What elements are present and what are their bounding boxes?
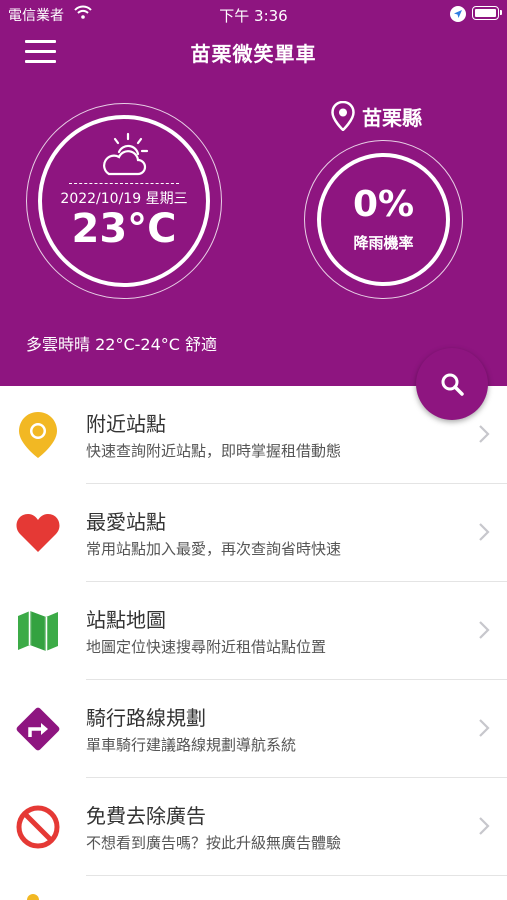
list-item-subtitle: 單車騎行建議路線規劃導航系統 [86,736,297,754]
list-item-route-planning[interactable]: 騎行路線規劃 單車騎行建議路線規劃導航系統 [0,680,507,778]
feature-list: 附近站點 快速查詢附近站點，即時掌握租借動態 最愛站點 常用站點加入最愛，再次查… [0,386,507,900]
list-item-title: 騎行路線規劃 [86,706,206,730]
list-item-icon [27,894,39,900]
folded-map-icon [18,611,58,651]
no-ads-icon [16,805,60,849]
rain-probability-value: 0% [352,184,415,225]
rain-probability-label: 降雨機率 [353,234,414,252]
list-item-partial[interactable] [0,876,507,900]
header-banner: 電信業者 下午 3:36 苗栗微笑單車 2022/10/19 星期三 23°C [0,0,507,386]
chevron-right-icon [479,817,490,835]
chevron-right-icon [479,425,490,443]
weather-description: 多雲時晴 22°C-24°C 舒適 [26,335,218,354]
temperature: 23°C [71,206,177,252]
list-item-title: 站點地圖 [86,608,166,632]
list-item-station-map[interactable]: 站點地圖 地圖定位快速搜尋附近租借站點位置 [0,582,507,680]
search-icon [441,373,464,396]
list-item-subtitle: 不想看到廣告嗎？按此升級無廣告體驗 [86,834,342,852]
partly-cloudy-icon [103,132,149,176]
search-button[interactable] [416,348,488,420]
battery-icon [472,6,502,20]
list-item-subtitle: 地圖定位快速搜尋附近租借站點位置 [86,638,327,656]
chevron-right-icon [479,719,490,737]
chevron-right-icon [479,523,490,541]
county-label[interactable]: 苗栗縣 [362,102,422,131]
map-pin-icon [19,412,57,458]
status-bar: 電信業者 下午 3:36 [0,0,507,28]
list-item-subtitle: 快速查詢附近站點，即時掌握租借動態 [86,442,342,460]
list-item-favorite-stations[interactable]: 最愛站點 常用站點加入最愛，再次查詢省時快速 [0,484,507,582]
list-item-remove-ads[interactable]: 免費去除廣告 不想看到廣告嗎？按此升級無廣告體驗 [0,778,507,876]
heart-icon [16,514,60,552]
location-pin-icon [331,101,355,131]
location-arrow-icon [450,6,466,22]
list-item-title: 免費去除廣告 [86,804,206,828]
list-item-title: 最愛站點 [86,510,166,534]
list-item-title: 附近站點 [86,412,166,436]
list-item-subtitle: 常用站點加入最愛，再次查詢省時快速 [86,540,342,558]
clock: 下午 3:36 [219,7,288,25]
weather-date: 2022/10/19 星期三 [60,191,188,207]
route-turn-icon [16,707,60,751]
page-title: 苗栗微笑單車 [190,42,317,66]
weather-divider [69,183,179,184]
chevron-right-icon [479,621,490,639]
